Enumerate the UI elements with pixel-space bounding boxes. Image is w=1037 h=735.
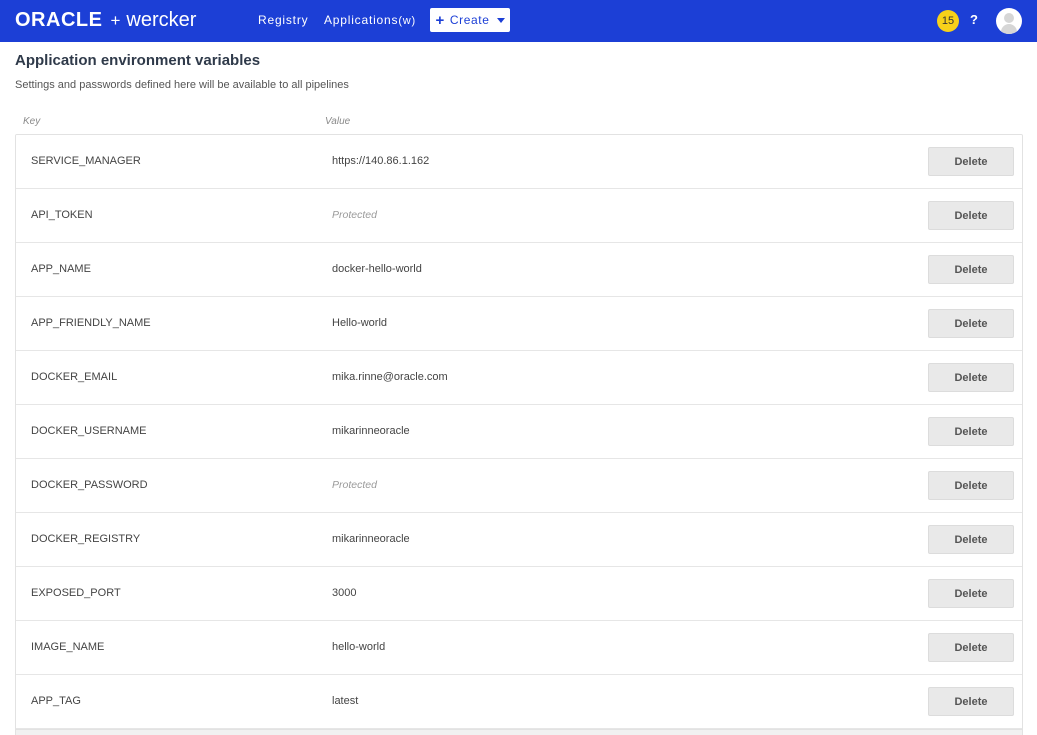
env-value-protected: Protected (332, 479, 377, 491)
env-variable-row: DOCKER_REGISTRY mikarinneoracle Delete (16, 513, 1022, 567)
plus-icon: + (435, 11, 445, 29)
env-value-protected: Protected (332, 209, 377, 221)
nav-applications-label: Applications (324, 13, 399, 27)
delete-button[interactable]: Delete (928, 255, 1014, 284)
env-variables-table: SERVICE_MANAGER https://140.86.1.162 Del… (15, 134, 1023, 735)
nav-applications-shortcut: (w) (398, 15, 416, 27)
env-variable-row: SERVICE_MANAGER https://140.86.1.162 Del… (16, 135, 1022, 189)
env-variable-row: EXPOSED_PORT 3000 Delete (16, 567, 1022, 621)
env-key: DOCKER_REGISTRY (31, 533, 141, 545)
env-value: Hello-world (332, 317, 388, 329)
delete-button[interactable]: Delete (928, 363, 1014, 392)
env-key: EXPOSED_PORT (31, 587, 121, 599)
env-variable-row: APP_NAME docker-hello-world Delete (16, 243, 1022, 297)
env-variable-row: API_TOKEN Protected Delete (16, 189, 1022, 243)
nav-registry-link[interactable]: Registry (258, 13, 308, 27)
delete-button[interactable]: Delete (928, 471, 1014, 500)
logo-oracle-text: ORACLE (15, 9, 103, 31)
table-add-row-area (16, 729, 1022, 735)
notifications-badge[interactable]: 15 (937, 10, 959, 32)
delete-button[interactable]: Delete (928, 417, 1014, 446)
env-value: mikarinneoracle (332, 425, 410, 437)
help-button[interactable]: ? (970, 12, 978, 27)
env-key: SERVICE_MANAGER (31, 155, 141, 167)
create-button-label: Create (449, 13, 490, 27)
env-key: API_TOKEN (31, 209, 93, 221)
env-value: docker-hello-world (332, 263, 422, 275)
env-key: APP_TAG (31, 695, 81, 707)
env-key: DOCKER_EMAIL (31, 371, 118, 383)
env-variable-row: DOCKER_EMAIL mika.rinne@oracle.com Delet… (16, 351, 1022, 405)
env-variable-row: IMAGE_NAME hello-world Delete (16, 621, 1022, 675)
env-value: mika.rinne@oracle.com (332, 371, 448, 383)
env-key: DOCKER_USERNAME (31, 425, 147, 437)
page-subtitle: Settings and passwords defined here will… (15, 79, 349, 91)
avatar-head-shape (1004, 13, 1014, 23)
delete-button[interactable]: Delete (928, 201, 1014, 230)
env-value: hello-world (332, 641, 386, 653)
env-key: APP_FRIENDLY_NAME (31, 317, 151, 329)
env-key: IMAGE_NAME (31, 641, 105, 653)
logo-plus-text: + (110, 11, 121, 30)
caret-down-icon (496, 17, 505, 23)
user-avatar[interactable] (996, 8, 1022, 34)
env-value: 3000 (332, 587, 357, 599)
delete-button[interactable]: Delete (928, 633, 1014, 662)
env-value: https://140.86.1.162 (332, 155, 430, 167)
delete-button[interactable]: Delete (928, 525, 1014, 554)
env-value: latest (332, 695, 359, 707)
delete-button[interactable]: Delete (928, 309, 1014, 338)
delete-button[interactable]: Delete (928, 687, 1014, 716)
logo-wercker-text: wercker (126, 9, 197, 31)
oracle-wercker-logo[interactable]: ORACLE + wercker (15, 9, 196, 31)
env-key: APP_NAME (31, 263, 91, 275)
env-value: mikarinneoracle (332, 533, 410, 545)
env-variable-row: APP_TAG latest Delete (16, 675, 1022, 729)
page-title: Application environment variables (15, 52, 261, 69)
env-variable-row: DOCKER_PASSWORD Protected Delete (16, 459, 1022, 513)
nav-applications-link[interactable]: Applications(w) (324, 13, 416, 27)
delete-button[interactable]: Delete (928, 147, 1014, 176)
delete-button[interactable]: Delete (928, 579, 1014, 608)
avatar-body-shape (1001, 24, 1017, 34)
column-header-key: Key (23, 116, 41, 127)
column-header-value: Value (325, 116, 351, 127)
create-dropdown-button[interactable]: + Create (430, 8, 510, 32)
env-variable-row: APP_FRIENDLY_NAME Hello-world Delete (16, 297, 1022, 351)
env-variable-row: DOCKER_USERNAME mikarinneoracle Delete (16, 405, 1022, 459)
top-navigation-bar: ORACLE + wercker Registry Applications(w… (0, 0, 1037, 42)
env-key: DOCKER_PASSWORD (31, 479, 148, 491)
